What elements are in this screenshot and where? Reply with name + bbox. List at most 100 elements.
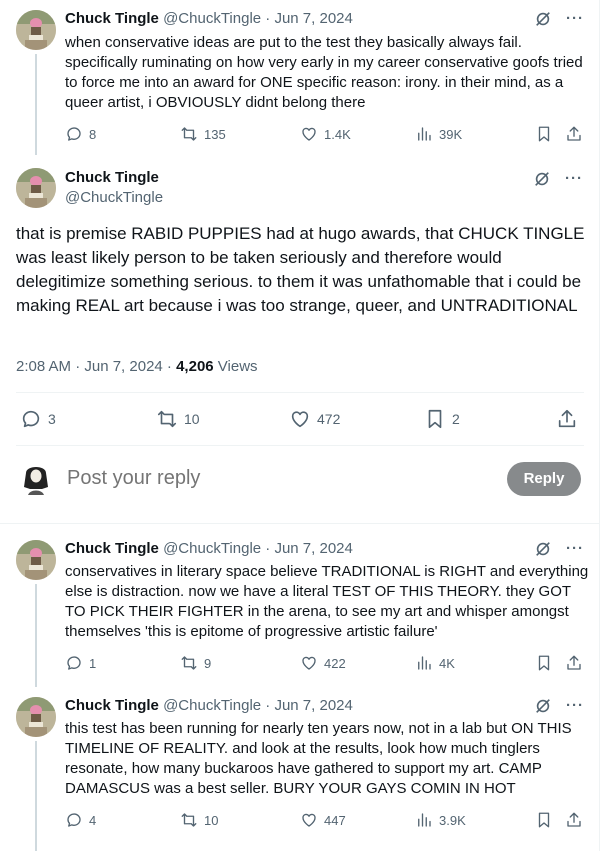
tweet-actions: 4 10 447 3.9K: [65, 811, 585, 831]
tweet-header: Chuck Tingle @ChuckTingle · Jun 7, 2024: [65, 696, 353, 716]
retweet-count: 10: [204, 812, 219, 828]
like-button[interactable]: 447: [300, 811, 346, 829]
tweet-3[interactable]: Chuck Tingle @ChuckTingle · Jun 7, 2024 …: [0, 687, 600, 851]
main-author-name[interactable]: Chuck Tingle: [65, 169, 159, 186]
user-avatar[interactable]: [16, 459, 56, 499]
views-count: 4K: [439, 655, 455, 671]
retweet-icon: [181, 813, 197, 827]
bookmark-button[interactable]: [535, 654, 553, 672]
like-button[interactable]: 472: [289, 408, 340, 430]
like-count: 447: [324, 812, 346, 828]
like-button[interactable]: 1.4K: [300, 125, 351, 143]
share-button[interactable]: [565, 654, 583, 672]
tweet-corner: ···: [534, 697, 584, 715]
retweet-count: 135: [204, 126, 226, 142]
tweet-text: this test has been running for nearly te…: [65, 720, 572, 797]
bookmark-count: 2: [452, 411, 460, 427]
main-time-text: 2:08 AM · Jun 7, 2024 ·: [16, 358, 177, 375]
bookmark-icon: [538, 655, 550, 671]
views-icon: [418, 127, 431, 141]
bookmark-icon: [538, 812, 550, 828]
tweet-actions: 1 9 422 4K: [65, 654, 585, 674]
main-tweet-actions: 3 10 472 2: [16, 406, 582, 432]
reply-button[interactable]: 3: [20, 408, 56, 430]
main-avatar[interactable]: [16, 168, 56, 208]
share-icon: [567, 655, 581, 670]
reply-icon: [67, 127, 81, 141]
timeline-column: Chuck Tingle @ChuckTingle · Jun 7, 2024 …: [0, 0, 600, 851]
more-icon[interactable]: ···: [566, 541, 584, 557]
reply-input[interactable]: [67, 467, 447, 490]
reply-count: 1: [89, 655, 97, 671]
views-button[interactable]: 39K: [415, 125, 462, 143]
grok-icon[interactable]: [533, 170, 551, 188]
bookmark-icon: [428, 409, 442, 429]
retweet-button[interactable]: 9: [180, 654, 211, 672]
main-author-handle[interactable]: @ChuckTingle: [65, 189, 163, 206]
avatar[interactable]: [16, 697, 56, 737]
share-button[interactable]: [556, 408, 578, 430]
author-name[interactable]: Chuck Tingle: [65, 697, 159, 714]
retweet-count: 10: [184, 411, 200, 427]
share-button[interactable]: [565, 125, 583, 143]
author-name[interactable]: Chuck Tingle: [65, 10, 159, 27]
retweet-button[interactable]: 10: [180, 811, 218, 829]
share-icon: [567, 812, 581, 827]
tweet-header: Chuck Tingle @ChuckTingle · Jun 7, 2024: [65, 9, 353, 29]
avatar[interactable]: [16, 10, 56, 50]
retweet-button[interactable]: 10: [156, 408, 200, 430]
like-icon: [291, 411, 309, 428]
divider: [0, 523, 600, 524]
bookmark-button[interactable]: [535, 811, 553, 829]
like-count: 1.4K: [324, 126, 351, 142]
tweet-actions: 8 135 1.4K 39K: [65, 125, 585, 145]
reply-icon: [22, 410, 40, 428]
tweet-text: when conservative ideas are put to the t…: [65, 34, 583, 111]
share-icon: [567, 126, 581, 141]
author-meta[interactable]: @ChuckTingle · Jun 7, 2024: [163, 697, 353, 714]
like-icon: [302, 656, 316, 670]
thread-line: [35, 54, 37, 155]
reply-count: 3: [48, 411, 56, 427]
main-tweet-text: that is premise RABID PUPPIES had at hug…: [16, 224, 585, 315]
tweet-1[interactable]: Chuck Tingle @ChuckTingle · Jun 7, 2024 …: [0, 0, 600, 155]
tweet-2[interactable]: Chuck Tingle @ChuckTingle · Jun 7, 2024 …: [0, 530, 600, 687]
bookmark-button[interactable]: [535, 125, 553, 143]
divider: [16, 445, 584, 446]
more-icon[interactable]: ···: [566, 698, 584, 714]
tweet-text: conservatives in literary space believe …: [65, 563, 589, 640]
reply-count: 4: [89, 812, 97, 828]
views-button[interactable]: 3.9K: [415, 811, 466, 829]
author-meta[interactable]: @ChuckTingle · Jun 7, 2024: [163, 540, 353, 557]
like-count: 422: [324, 655, 346, 671]
grok-icon[interactable]: [534, 697, 552, 715]
retweet-button[interactable]: 135: [180, 125, 226, 143]
reply-button[interactable]: 1: [65, 654, 96, 672]
like-button[interactable]: 422: [300, 654, 346, 672]
author-name[interactable]: Chuck Tingle: [65, 540, 159, 557]
more-icon[interactable]: ···: [566, 11, 584, 27]
retweet-count: 9: [204, 655, 212, 671]
reply-submit-button[interactable]: Reply: [507, 462, 581, 496]
share-button[interactable]: [565, 811, 583, 829]
thread-line: [35, 741, 37, 851]
views-count: 39K: [439, 126, 463, 142]
grok-icon[interactable]: [534, 10, 552, 28]
retweet-icon: [181, 127, 197, 141]
main-views-count: 4,206: [176, 358, 214, 375]
main-timestamp[interactable]: 2:08 AM · Jun 7, 2024 · 4,206 Views: [16, 358, 258, 375]
like-icon: [302, 127, 316, 141]
reply-button[interactable]: 8: [65, 125, 96, 143]
more-icon[interactable]: ···: [565, 171, 583, 187]
bookmark-button[interactable]: 2: [424, 408, 460, 430]
reply-button[interactable]: 4: [65, 811, 96, 829]
tweet-corner: ···: [534, 540, 584, 558]
grok-icon[interactable]: [534, 540, 552, 558]
views-button[interactable]: 4K: [415, 654, 455, 672]
author-meta[interactable]: @ChuckTingle · Jun 7, 2024: [163, 10, 353, 27]
like-count: 472: [317, 411, 341, 427]
retweet-icon: [157, 410, 177, 428]
views-icon: [418, 656, 431, 670]
avatar[interactable]: [16, 540, 56, 580]
reply-icon: [67, 656, 81, 670]
